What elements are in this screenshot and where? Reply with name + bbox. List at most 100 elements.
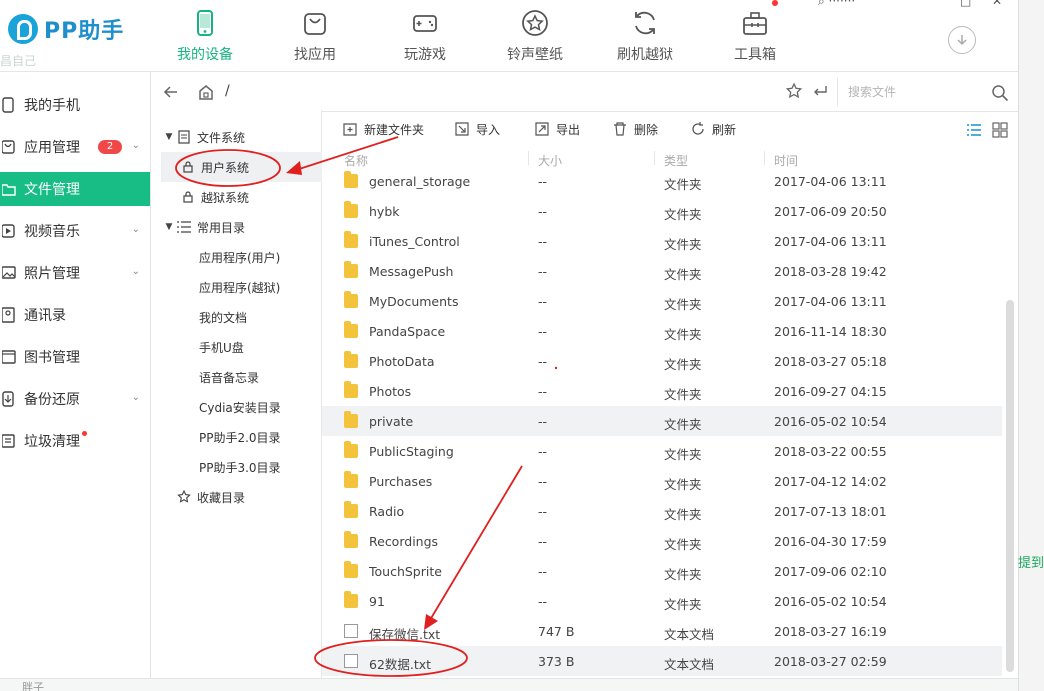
nav-toolbox[interactable]: 工具箱 [700,0,810,72]
sidebar-item-my-phone[interactable]: 我的手机 [0,88,150,122]
list-scrollbar[interactable] [1006,300,1014,672]
file-size: -- [538,264,548,279]
folder-icon [344,291,358,308]
table-row[interactable]: Purchases -- 文件夹 2017-04-12 14:02 [322,466,1002,496]
new-folder-icon [343,123,357,136]
file-name: PandaSpace [369,324,446,339]
table-row[interactable]: Recordings -- 文件夹 2016-04-30 17:59 [322,526,1002,556]
app-logo[interactable]: PP助手 [8,12,124,46]
tree-node-file-system[interactable]: ▼ 文件系统 [151,122,322,152]
favorite-star-icon[interactable] [785,82,803,100]
table-row[interactable]: TouchSprite -- 文件夹 2017-09-06 02:10 [322,556,1002,586]
file-name: Photos [369,384,412,399]
download-button[interactable] [948,26,976,54]
file-size: 747 B [538,624,575,639]
tree-node-label: PP助手2.0目录 [199,430,281,445]
file-name: hybk [369,204,400,219]
file-time: 2017-04-06 13:11 [774,294,887,309]
table-row[interactable]: MyDocuments -- 文件夹 2017-04-06 13:11 [322,286,1002,316]
nav-jailbreak[interactable]: 刷机越狱 [590,0,700,72]
pp-logo-icon [8,14,38,44]
table-row[interactable]: Radio -- 文件夹 2017-07-13 18:01 [322,496,1002,526]
home-lock-icon[interactable] [197,83,215,101]
table-row[interactable]: MessagePush -- 文件夹 2018-03-28 19:42 [322,256,1002,286]
nav-my-device[interactable]: 我的设备 [150,0,260,72]
folder-icon [344,471,358,488]
table-row[interactable]: 91 -- 文件夹 2016-05-02 10:54 [322,586,1002,616]
tree-node-user-system[interactable]: 用户系统 [161,152,322,182]
refresh-button[interactable]: 刷新 [690,120,736,138]
nav-label: 玩游戏 [404,47,446,63]
play-icon [0,222,18,240]
tree-node-common-item[interactable]: PP助手2.0目录 [151,422,322,452]
table-row[interactable]: PandaSpace -- 文件夹 2016-11-14 18:30 [322,316,1002,346]
file-time: 2018-03-22 00:55 [774,444,887,459]
sidebar-item-contacts[interactable]: 通讯录 [0,298,150,332]
gamepad-icon [408,6,442,40]
file-time: 2017-04-06 13:11 [774,234,887,249]
bottom-strip-text: 胖子 [22,681,44,691]
file-time: 2016-11-14 18:30 [774,324,887,339]
star-icon [518,6,552,40]
nav-games[interactable]: 玩游戏 [370,0,480,72]
search-icon[interactable] [991,84,1009,102]
user-menu[interactable]: ⌕ ······· [818,0,855,9]
sidebar-item-book-management[interactable]: 图书管理 [0,340,150,374]
table-row[interactable]: PhotoData -- 文件夹 2018-03-27 05:18 [322,346,1002,376]
new-folder-button[interactable]: 新建文件夹 [342,120,424,138]
delete-button[interactable]: 删除 [612,120,658,138]
sidebar-item-video-music[interactable]: 视频音乐 ⌄ [0,214,150,248]
table-row[interactable]: Photos -- 文件夹 2016-09-27 04:15 [322,376,1002,406]
sidebar-item-file-management[interactable]: 文件管理 [0,172,150,206]
tree-node-common-item[interactable]: PP助手3.0目录 [151,452,322,482]
file-type: 文件夹 [664,237,702,252]
sidebar-item-backup-restore[interactable]: 备份还原 ⌄ [0,382,150,416]
nav-find-app[interactable]: 找应用 [260,0,370,72]
file-name: PhotoData [369,354,435,369]
tree-node-common-item[interactable]: 应用程序(越狱) [151,272,322,302]
table-row[interactable]: private -- 文件夹 2016-05-02 10:54 [322,406,1002,436]
tree-node-common-item[interactable]: 手机U盘 [151,332,322,362]
file-name: PublicStaging [369,444,454,459]
tree-node-common-item[interactable]: Cydia安装目录 [151,392,322,422]
caret-down-icon: ▼ [165,132,173,142]
grid-view-icon[interactable] [992,122,1008,138]
list-view-icon[interactable] [966,122,982,138]
table-row[interactable]: iTunes_Control -- 文件夹 2017-04-06 13:11 [322,226,1002,256]
file-type: 文本文档 [664,627,715,642]
sidebar-item-app-management[interactable]: 应用管理 2 ⌄ [0,130,150,164]
toolbox-icon [738,6,772,40]
search-input[interactable] [837,78,1013,106]
table-row[interactable]: 62数据.txt 373 B 文本文档 2018-03-27 02:59 [322,646,1002,676]
tree-node-label: 应用程序(用户) [199,250,281,265]
enter-icon[interactable] [811,82,829,100]
tree-node-common-item[interactable]: 语音备忘录 [151,362,322,392]
tree-node-favorites[interactable]: 收藏目录 [151,482,322,512]
export-icon [535,122,549,136]
table-row[interactable]: PublicStaging -- 文件夹 2018-03-22 00:55 [322,436,1002,466]
nav-ringtones[interactable]: 铃声壁纸 [480,0,590,72]
sidebar-item-junk-clean[interactable]: 垃圾清理 [0,424,150,458]
notification-dot [772,0,778,6]
file-name: Radio [369,504,405,519]
table-row[interactable]: hybk -- 文件夹 2017-06-09 20:50 [322,196,1002,226]
table-row[interactable]: general_storage -- 文件夹 2017-04-06 13:11 [322,166,1002,196]
tree-node-jailbreak-system[interactable]: 越狱系统 [151,182,322,212]
back-arrow-icon[interactable] [161,82,181,102]
tree-node-common-item[interactable]: 我的文档 [151,302,322,332]
lock-icon [181,160,195,174]
top-bar: PP助手 昌自己 我的设备 找应用 玩游戏 铃声壁纸 刷机越狱 工具箱 ⌕ ··… [0,0,1018,72]
tree-node-common-dirs[interactable]: ▼ 常用目录 [151,212,322,242]
sidebar-item-photo-management[interactable]: 照片管理 ⌄ [0,256,150,290]
window-maximize-button[interactable]: □ [960,0,971,8]
table-row[interactable]: 保存微信.txt 747 B 文本文档 2018-03-27 16:19 [322,616,1002,646]
sidebar-item-label: 通讯录 [24,308,66,324]
window-close-button[interactable]: ✕ [992,0,1002,8]
tree-node-common-item[interactable]: 应用程序(用户) [151,242,322,272]
file-size: -- [538,234,548,249]
bag-icon [0,138,18,156]
file-time: 2016-09-27 04:15 [774,384,887,399]
import-button[interactable]: 导入 [454,120,500,138]
current-path: / [225,83,230,99]
export-button[interactable]: 导出 [534,120,580,138]
